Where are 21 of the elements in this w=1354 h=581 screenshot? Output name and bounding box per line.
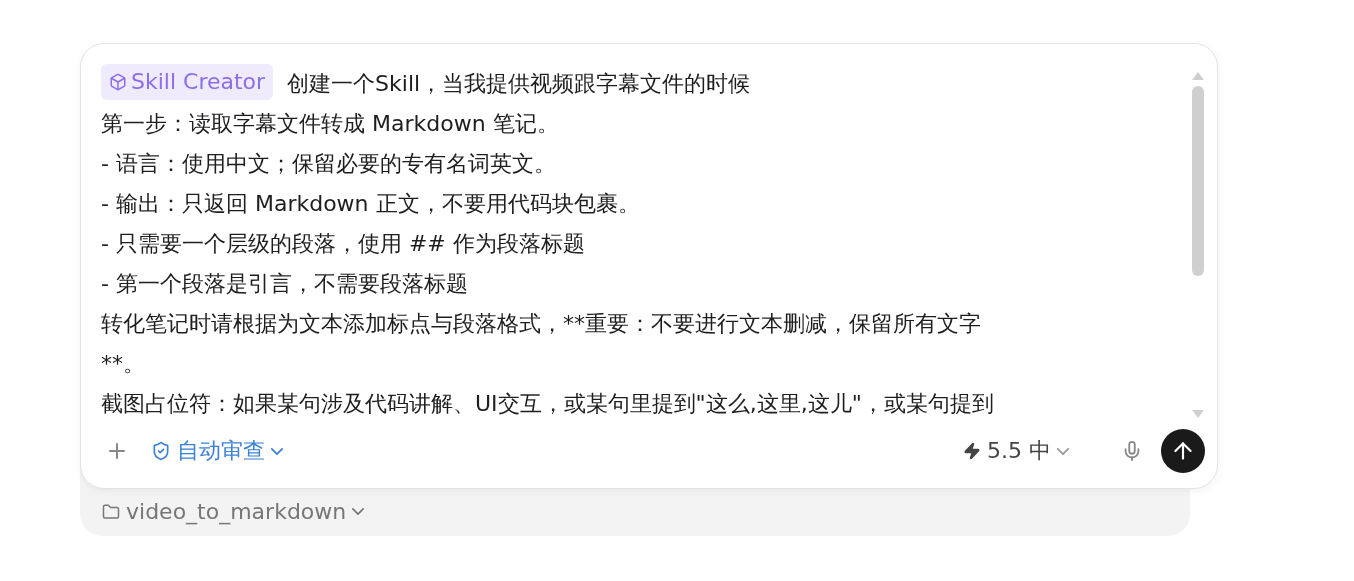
project-dropdown[interactable]: video_to_markdown bbox=[102, 499, 365, 524]
review-mode-dropdown[interactable]: 自动审查 bbox=[147, 432, 287, 470]
skill-tag[interactable]: Skill Creator bbox=[101, 64, 274, 100]
chevron-down-icon bbox=[352, 508, 365, 515]
prompt-text: - 第一个段落是引言，不需要段落标题 bbox=[101, 271, 468, 296]
chevron-down-icon bbox=[1057, 447, 1069, 455]
shield-icon bbox=[151, 441, 171, 461]
prompt-text: 转化笔记时请根据为文本添加标点与段落格式，**重要：不要进行文本删减，保留所有文字 bbox=[101, 311, 981, 336]
lightning-icon bbox=[963, 442, 981, 460]
prompt-text: 创建一个Skill，当我提供视频跟字幕文件的时候 bbox=[287, 71, 751, 96]
prompt-text: 截图占位符：如果某句涉及代码讲解、UI交互，或某句里提到"这么,这里,这儿"，或某句提到 bbox=[101, 391, 994, 416]
prompt-text: **。 bbox=[101, 351, 145, 376]
model-dropdown[interactable]: 5.5 中 bbox=[959, 432, 1073, 470]
prompt-text: - 只需要一个层级的段落，使用 ## 作为段落标题 bbox=[101, 231, 585, 256]
send-button[interactable] bbox=[1161, 429, 1205, 473]
folder-icon bbox=[102, 502, 120, 521]
chevron-down-icon bbox=[271, 447, 283, 455]
prompt-text: 第一步：读取字幕文件转成 Markdown 笔记。 bbox=[101, 111, 559, 136]
prompt-text: - 语言：使用中文；保留必要的专有名词英文。 bbox=[101, 151, 556, 176]
cube-icon bbox=[109, 73, 127, 91]
prompt-text: - 输出：只返回 Markdown 正文，不要用代码块包裹。 bbox=[101, 191, 640, 216]
